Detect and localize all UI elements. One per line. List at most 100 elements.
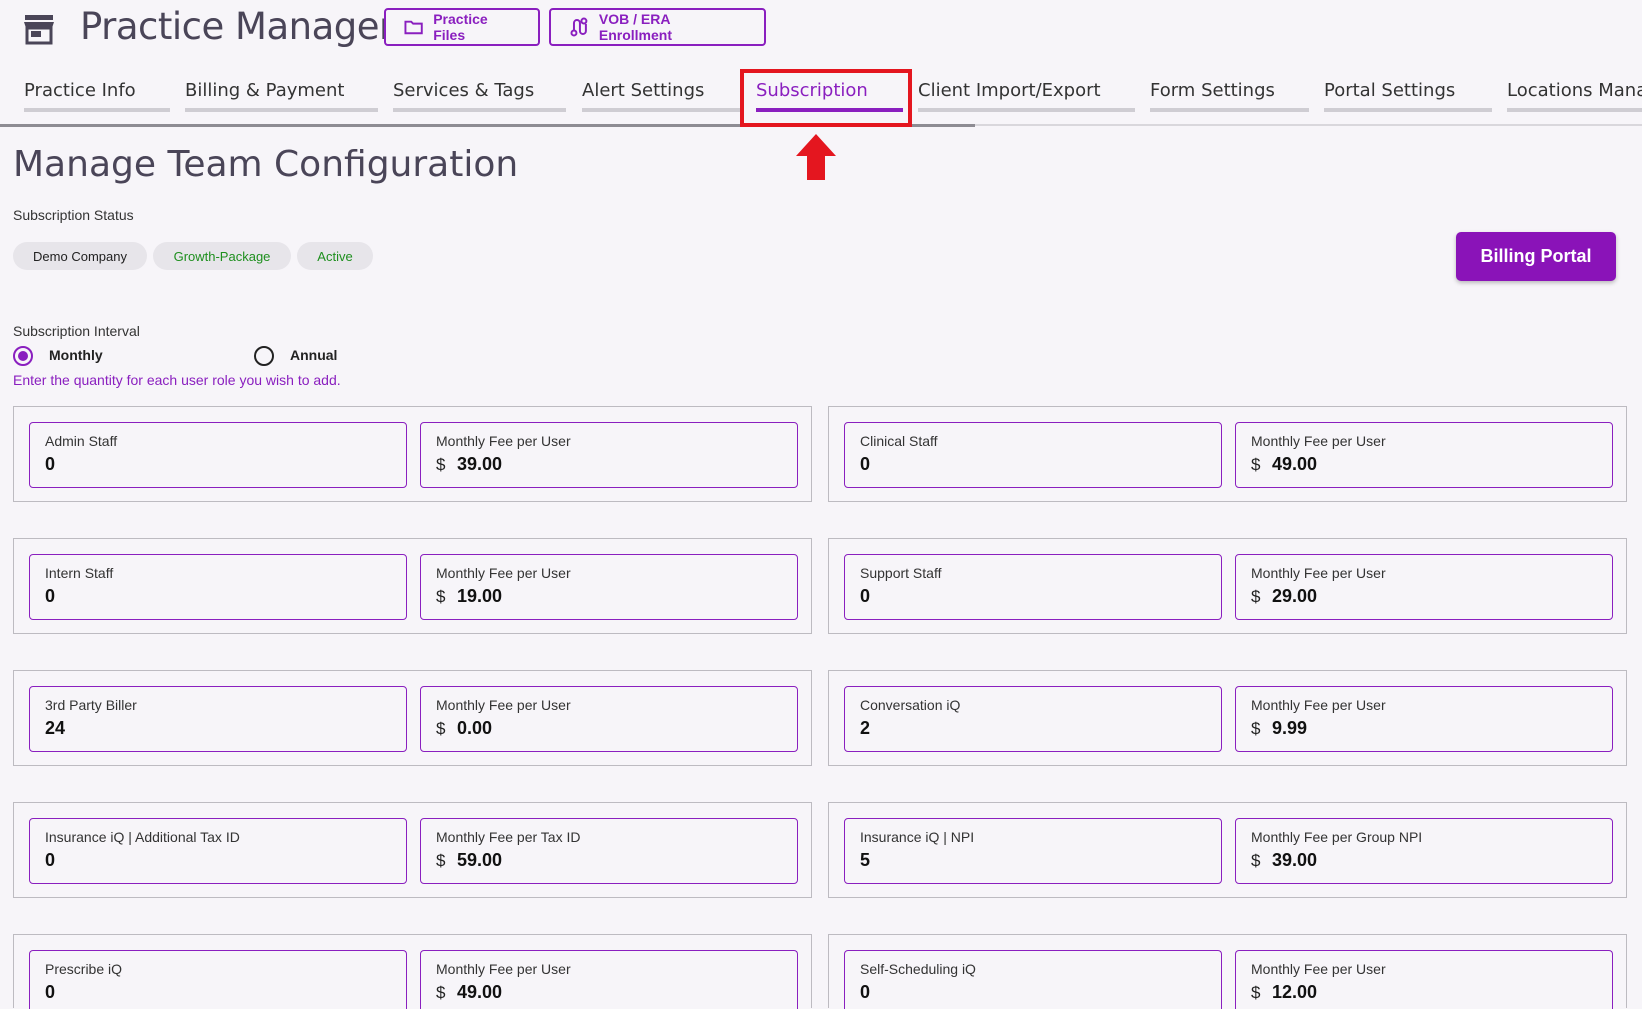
fee-value: 49.00 xyxy=(1272,454,1318,474)
billing-portal-button[interactable]: Billing Portal xyxy=(1456,232,1616,281)
subscription-status-label: Subscription Status xyxy=(13,207,134,223)
tab-label: Services & Tags xyxy=(393,80,535,101)
quantity-value: 5 xyxy=(860,850,871,870)
practice-files-button[interactable]: Practice Files xyxy=(384,8,540,46)
tab-label: Client Import/Export xyxy=(918,80,1101,101)
quantity-value: 2 xyxy=(860,718,871,738)
fee-field[interactable]: Monthly Fee per User $19.00 xyxy=(420,554,798,620)
fee-value: 9.99 xyxy=(1272,718,1308,738)
tab-form-settings[interactable]: Form Settings xyxy=(1150,80,1309,112)
tab-locations-manager[interactable]: Locations Manag xyxy=(1507,80,1642,112)
field-label: Monthly Fee per User xyxy=(436,697,571,713)
quantity-value: 0 xyxy=(860,982,871,1002)
tab-alert-settings[interactable]: Alert Settings xyxy=(582,80,741,112)
field-label: Support Staff xyxy=(860,565,942,581)
store-icon xyxy=(24,15,54,45)
role-card: Prescribe iQ 0 Monthly Fee per User $49.00 xyxy=(13,934,812,1009)
fee-field[interactable]: Monthly Fee per User $29.00 xyxy=(1235,554,1613,620)
radio-annual-label[interactable]: Annual xyxy=(290,347,337,363)
currency-symbol: $ xyxy=(436,719,446,738)
tab-underline xyxy=(393,108,566,112)
fee-field[interactable]: Monthly Fee per User $12.00 xyxy=(1235,950,1613,1009)
chip-package: Growth-Package xyxy=(153,242,291,270)
quantity-input[interactable]: Conversation iQ 2 xyxy=(844,686,1222,752)
tab-billing-payment[interactable]: Billing & Payment xyxy=(185,80,378,112)
fee-field[interactable]: Monthly Fee per User $49.00 xyxy=(1235,422,1613,488)
quantity-input[interactable]: Insurance iQ | NPI 5 xyxy=(844,818,1222,884)
field-label: Monthly Fee per User xyxy=(436,961,571,977)
quantity-input[interactable]: Intern Staff 0 xyxy=(29,554,407,620)
chip-company: Demo Company xyxy=(13,242,147,270)
role-card: Conversation iQ 2 Monthly Fee per User $9.… xyxy=(828,670,1627,766)
app-title: Practice Manager xyxy=(80,5,394,48)
fee-value: 29.00 xyxy=(1272,586,1318,606)
field-label: 3rd Party Biller xyxy=(45,697,137,713)
tab-portal-settings[interactable]: Portal Settings xyxy=(1324,80,1492,112)
role-card: 3rd Party Biller 24 Monthly Fee per User $… xyxy=(13,670,812,766)
currency-symbol: $ xyxy=(436,851,446,870)
fee-field[interactable]: Monthly Fee per User $39.00 xyxy=(420,422,798,488)
fee-field[interactable]: Monthly Fee per Group NPI $39.00 xyxy=(1235,818,1613,884)
highlight-box xyxy=(740,69,912,127)
tab-services-tags[interactable]: Services & Tags xyxy=(393,80,566,112)
quantity-input[interactable]: Clinical Staff 0 xyxy=(844,422,1222,488)
tab-client-import-export[interactable]: Client Import/Export xyxy=(918,80,1135,112)
quantity-input[interactable]: Support Staff 0 xyxy=(844,554,1222,620)
field-label: Monthly Fee per User xyxy=(1251,565,1386,581)
role-card: Intern Staff 0 Monthly Fee per User $19.00 xyxy=(13,538,812,634)
radio-monthly-label[interactable]: Monthly xyxy=(49,347,103,363)
currency-symbol: $ xyxy=(1251,719,1261,738)
tab-label: Alert Settings xyxy=(582,80,705,101)
field-label: Clinical Staff xyxy=(860,433,938,449)
fee-field[interactable]: Monthly Fee per User $0.00 xyxy=(420,686,798,752)
practice-files-label: Practice Files xyxy=(433,11,488,43)
currency-symbol: $ xyxy=(1251,983,1261,1002)
quantity-input[interactable]: Self-Scheduling iQ 0 xyxy=(844,950,1222,1009)
field-label: Admin Staff xyxy=(45,433,118,449)
role-card: Self-Scheduling iQ 0 Monthly Fee per User… xyxy=(828,934,1627,1009)
radio-monthly[interactable] xyxy=(13,346,33,366)
field-label: Monthly Fee per User xyxy=(1251,697,1386,713)
fee-value: 59.00 xyxy=(457,850,503,870)
field-label: Intern Staff xyxy=(45,565,114,581)
role-card: Insurance iQ | Additional Tax ID 0 Monthl… xyxy=(13,802,812,898)
fee-value: 12.00 xyxy=(1272,982,1318,1002)
tab-underline xyxy=(1150,108,1309,112)
tab-practice-info[interactable]: Practice Info xyxy=(24,80,170,112)
field-label: Prescribe iQ xyxy=(45,961,123,977)
quantity-input[interactable]: Admin Staff 0 xyxy=(29,422,407,488)
field-label: Monthly Fee per User xyxy=(1251,961,1386,977)
fee-field[interactable]: Monthly Fee per User $9.99 xyxy=(1235,686,1613,752)
currency-symbol: $ xyxy=(436,455,446,474)
quantity-value: 0 xyxy=(45,454,56,474)
currency-symbol: $ xyxy=(436,983,446,1002)
red-up-arrow-icon xyxy=(796,134,836,180)
chip-status: Active xyxy=(297,242,373,270)
field-label: Self-Scheduling iQ xyxy=(860,961,976,977)
vob-era-enrollment-button[interactable]: VOB / ERA Enrollment xyxy=(549,8,766,46)
page-title: Manage Team Configuration xyxy=(13,144,519,185)
quantity-input[interactable]: 3rd Party Biller 24 xyxy=(29,686,407,752)
fee-field[interactable]: Monthly Fee per Tax ID $59.00 xyxy=(420,818,798,884)
currency-symbol: $ xyxy=(1251,587,1261,606)
tab-label: Portal Settings xyxy=(1324,80,1456,101)
quantity-value: 0 xyxy=(860,454,871,474)
tab-underline xyxy=(24,108,170,112)
radio-annual[interactable] xyxy=(254,346,274,366)
quantity-input[interactable]: Prescribe iQ 0 xyxy=(29,950,407,1009)
tab-underline xyxy=(1507,108,1642,112)
fee-field[interactable]: Monthly Fee per User $49.00 xyxy=(420,950,798,1009)
role-card: Insurance iQ | NPI 5 Monthly Fee per Grou… xyxy=(828,802,1627,898)
field-label: Conversation iQ xyxy=(860,697,961,713)
fee-value: 19.00 xyxy=(457,586,503,606)
currency-symbol: $ xyxy=(1251,455,1261,474)
field-label: Monthly Fee per User xyxy=(1251,433,1386,449)
currency-symbol: $ xyxy=(1251,851,1261,870)
field-label: Monthly Fee per Tax ID xyxy=(436,829,581,845)
tab-label: Form Settings xyxy=(1150,80,1275,101)
quantity-input[interactable]: Insurance iQ | Additional Tax ID 0 xyxy=(29,818,407,884)
role-card: Admin Staff 0 Monthly Fee per User $39.00 xyxy=(13,406,812,502)
fee-value: 49.00 xyxy=(457,982,503,1002)
tab-label: Practice Info xyxy=(24,80,136,101)
quantity-value: 0 xyxy=(45,850,56,870)
